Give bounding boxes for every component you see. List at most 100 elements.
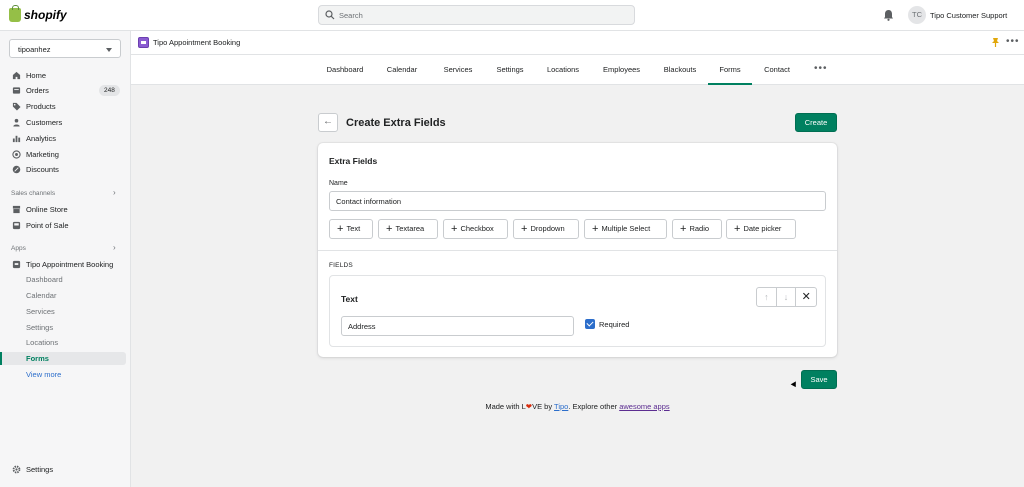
sidebar-item-discounts[interactable]: Discounts <box>0 163 131 177</box>
add-checkbox-field-button[interactable]: + Checkbox <box>443 219 508 239</box>
page-title: Create Extra Fields <box>346 117 446 129</box>
more-icon[interactable]: ••• <box>1006 36 1020 47</box>
sidebar-item-marketing[interactable]: Marketing <box>0 148 131 162</box>
card-title: Extra Fields <box>329 156 378 166</box>
avatar[interactable]: TC <box>908 6 926 24</box>
bell-icon[interactable] <box>883 9 894 21</box>
sidebar-item-orders[interactable]: Orders 248 <box>0 84 131 98</box>
shopify-logo[interactable]: shopify <box>9 5 67 22</box>
plus-icon: + <box>734 223 741 235</box>
sidebar-item-point-of-sale[interactable]: Point of Sale <box>0 219 131 233</box>
tab-services[interactable]: Services <box>436 55 480 85</box>
fields-heading: FIELDS <box>329 262 353 269</box>
tabs-bar: Dashboard Calendar Services Settings Loc… <box>131 55 1024 85</box>
gear-icon <box>12 465 21 474</box>
search-placeholder: Search <box>339 11 363 20</box>
sidebar-item-settings[interactable]: Settings <box>0 463 131 477</box>
add-date-picker-field-button[interactable]: + Date picker <box>726 219 796 239</box>
search-input[interactable]: Search <box>318 5 635 25</box>
required-label[interactable]: Required <box>599 320 629 329</box>
sidebar-subitem-label: Calendar <box>26 291 57 300</box>
footer-made-with: Made with L <box>485 402 526 411</box>
sidebar-subitem-forms[interactable]: Forms <box>0 352 126 365</box>
chevron-right-icon[interactable]: › <box>113 188 116 197</box>
plus-icon: + <box>592 223 599 235</box>
target-icon <box>12 150 21 159</box>
create-button[interactable]: Create <box>795 113 837 132</box>
pin-icon[interactable] <box>991 37 1000 48</box>
arrow-down-icon: ↓ <box>783 292 789 302</box>
tab-blackouts[interactable]: Blackouts <box>656 55 704 85</box>
orders-icon <box>12 87 21 94</box>
footer-explore: . Explore other <box>568 402 620 411</box>
home-icon <box>12 71 21 80</box>
tipo-link[interactable]: Tipo <box>554 402 568 411</box>
store-name: tipoanhez <box>18 45 51 54</box>
sidebar-subitem-dashboard[interactable]: Dashboard <box>0 273 126 286</box>
store-icon <box>12 205 21 214</box>
tab-locations[interactable]: Locations <box>539 55 587 85</box>
app-icon <box>138 37 149 48</box>
store-select[interactable]: tipoanhez <box>9 39 121 58</box>
remove-field-button[interactable]: ✕ <box>796 288 816 306</box>
field-actions: ↑ ↓ ✕ <box>756 287 817 307</box>
sidebar-subitem-calendar[interactable]: Calendar <box>0 289 126 302</box>
user-name[interactable]: Tipo Customer Support <box>930 11 1007 20</box>
person-icon <box>13 118 20 127</box>
tab-calendar[interactable]: Calendar <box>382 55 422 85</box>
tag-icon <box>12 102 21 111</box>
tab-employees[interactable]: Employees <box>596 55 647 85</box>
sidebar-item-home[interactable]: Home <box>0 69 131 83</box>
orders-count-badge: 248 <box>99 85 120 96</box>
sidebar-subitem-locations[interactable]: Locations <box>0 336 126 349</box>
sidebar-item-label: Customers <box>26 118 63 127</box>
field-type-label: Text <box>346 224 361 233</box>
add-radio-field-button[interactable]: + Radio <box>672 219 722 239</box>
field-type-label: Textarea <box>395 224 425 233</box>
add-multiple-select-field-button[interactable]: + Multiple Select <box>584 219 667 239</box>
sidebar-subitem-settings[interactable]: Settings <box>0 321 126 334</box>
tab-contact[interactable]: Contact <box>757 55 797 85</box>
chevron-right-icon[interactable]: › <box>113 243 116 252</box>
mouse-cursor-icon <box>790 381 799 389</box>
more-tabs-icon[interactable]: ••• <box>814 63 828 74</box>
arrow-left-icon: ← <box>323 116 333 127</box>
view-more-link[interactable]: View more <box>0 368 126 381</box>
apps-heading: Apps <box>11 245 26 252</box>
move-up-button[interactable]: ↑ <box>757 288 777 306</box>
awesome-apps-link[interactable]: awesome apps <box>619 402 669 411</box>
sidebar-item-online-store[interactable]: Online Store <box>0 203 131 217</box>
required-checkbox[interactable] <box>585 319 595 329</box>
sales-channels-heading: Sales channels <box>11 190 56 197</box>
plus-icon: + <box>451 223 458 235</box>
sidebar-subitem-label: Dashboard <box>26 275 63 284</box>
sidebar-item-products[interactable]: Products <box>0 100 131 114</box>
move-down-button[interactable]: ↓ <box>777 288 797 306</box>
field-type-label: Checkbox <box>460 224 494 233</box>
field-label-input[interactable]: Address <box>341 316 574 336</box>
sidebar-subitem-label: Settings <box>26 323 54 332</box>
sidebar-item-analytics[interactable]: Analytics <box>0 132 131 146</box>
tab-settings[interactable]: Settings <box>490 55 530 85</box>
add-dropdown-field-button[interactable]: + Dropdown <box>513 219 579 239</box>
plus-icon: + <box>386 223 393 235</box>
discount-icon <box>12 165 21 174</box>
save-button[interactable]: Save <box>801 370 837 389</box>
name-input[interactable]: Contact information <box>329 191 826 211</box>
sidebar-subitem-services[interactable]: Services <box>0 305 126 318</box>
sidebar-item-tipo-app[interactable]: Tipo Appointment Booking <box>0 258 131 272</box>
field-type-label: Dropdown <box>530 224 565 233</box>
sidebar: tipoanhez Home Orders 248 Products Custo… <box>0 31 131 487</box>
tab-forms[interactable]: Forms <box>708 55 752 85</box>
sidebar-item-label: Online Store <box>26 205 68 214</box>
sidebar-item-customers[interactable]: Customers <box>0 116 131 130</box>
tab-dashboard[interactable]: Dashboard <box>321 55 369 85</box>
back-button[interactable]: ← <box>318 113 338 132</box>
add-text-field-button[interactable]: + Text <box>329 219 373 239</box>
add-textarea-field-button[interactable]: + Textarea <box>378 219 438 239</box>
sidebar-item-label: Orders <box>26 86 49 95</box>
sidebar-item-label: Marketing <box>26 150 59 159</box>
extra-fields-card: Extra Fields Name Contact information + T… <box>318 143 837 357</box>
close-icon: ✕ <box>801 291 811 303</box>
field-type-label: Date picker <box>743 224 782 233</box>
